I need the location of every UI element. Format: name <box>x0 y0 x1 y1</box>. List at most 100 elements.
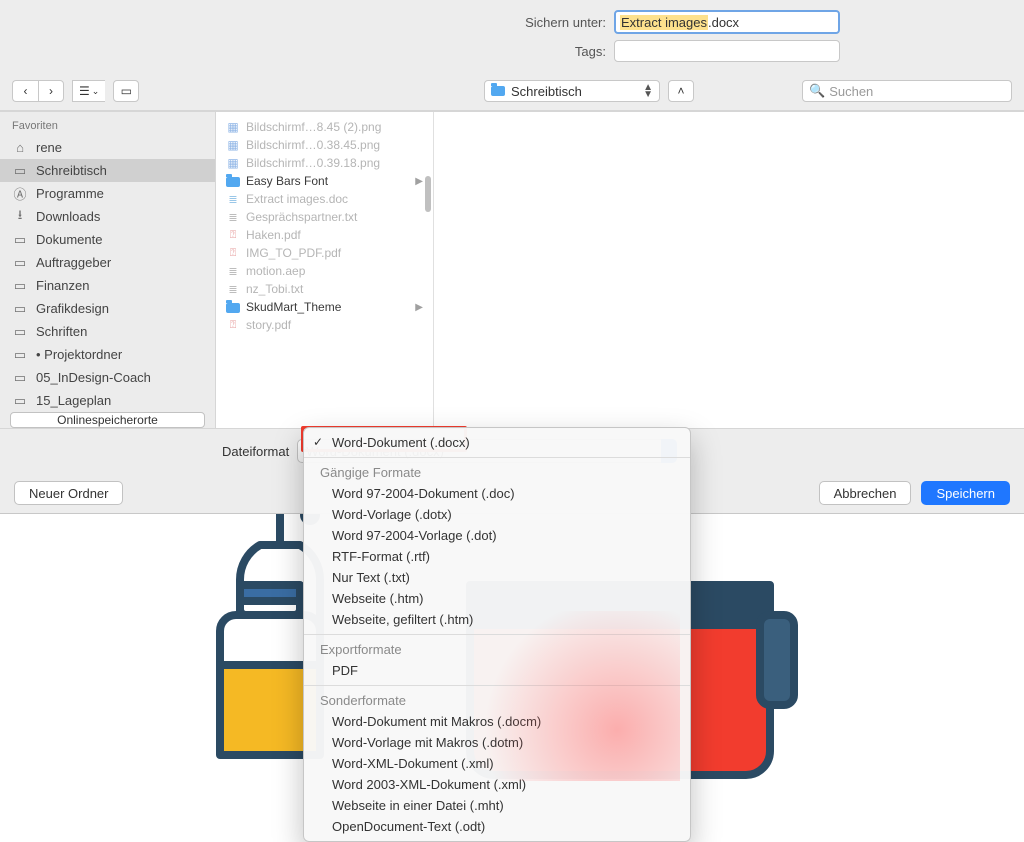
menu-section-header: Gängige Formate <box>304 462 690 483</box>
file-row[interactable]: Easy Bars Font ▶ <box>216 172 433 190</box>
menu-item[interactable]: Webseite, gefiltert (.htm) <box>304 609 690 630</box>
view-mode-button[interactable]: ☰ ⌄ <box>72 80 105 102</box>
menu-item[interactable]: Word 97-2004-Vorlage (.dot) <box>304 525 690 546</box>
folder-icon: ▭ <box>12 233 28 247</box>
file-row: ≣ Extract images.doc <box>216 190 433 208</box>
pdf-icon: ⍰ <box>226 318 240 332</box>
file-row: ⍰ Haken.pdf <box>216 226 433 244</box>
search-field[interactable]: 🔍 Suchen <box>802 80 1012 102</box>
menu-item[interactable]: Webseite (.htm) <box>304 588 690 609</box>
location-popup[interactable]: Schreibtisch ▲▼ <box>484 80 660 102</box>
sidebar-header-favorites: Favoriten <box>0 118 215 136</box>
file-label: Extract images.doc <box>246 192 348 206</box>
menu-item[interactable]: PDF <box>304 660 690 681</box>
sidebar-item[interactable]: ▭• Projektordner <box>0 343 215 366</box>
menu-item[interactable]: Word-Vorlage (.dotx) <box>304 504 690 525</box>
chevron-updown-icon: ▲▼ <box>643 84 653 98</box>
forward-button[interactable]: › <box>38 80 64 102</box>
sidebar-item[interactable]: ⒶProgramme <box>0 182 215 205</box>
filename-input[interactable]: Extract images.docx <box>614 10 840 34</box>
file-row: ≣Gesprächspartner.txt <box>216 208 433 226</box>
sidebar-item[interactable]: ⭳ Downloads <box>0 205 215 228</box>
location-label: Schreibtisch <box>511 84 582 99</box>
sidebar-item[interactable]: ▭ Schreibtisch <box>0 159 215 182</box>
file-format-menu: Word-Dokument (.docx) Gängige FormateWor… <box>303 427 691 842</box>
folder-icon <box>226 303 240 313</box>
sidebar-item[interactable]: ▭ Dokumente <box>0 228 215 251</box>
sidebar-item[interactable]: ▭15_Lageplan <box>0 389 215 412</box>
back-button[interactable]: ‹ <box>12 80 38 102</box>
new-folder-button[interactable]: Neuer Ordner <box>14 481 123 505</box>
menu-item[interactable]: Word 97-2004-Dokument (.doc) <box>304 483 690 504</box>
sidebar-item[interactable]: ▭ Auftraggeber <box>0 251 215 274</box>
top-form: Sichern unter: Extract images.docx Tags: <box>0 0 1024 74</box>
sidebar-item[interactable]: ▭ Schriften <box>0 320 215 343</box>
folder-icon: ▭ <box>12 279 28 293</box>
file-label: Easy Bars Font <box>246 174 328 188</box>
file-row: ≣nz_Tobi.txt <box>216 280 433 298</box>
sidebar-item-label: Finanzen <box>36 278 89 293</box>
sidebar-item[interactable]: ⌂ rene <box>0 136 215 159</box>
sidebar-item-label: Schreibtisch <box>36 163 107 178</box>
file-label: story.pdf <box>246 318 291 332</box>
file-row[interactable]: SkudMart_Theme▶ <box>216 298 433 316</box>
menu-item[interactable]: OpenDocument-Text (.odt) <box>304 816 690 837</box>
doc-icon: ≣ <box>226 192 240 206</box>
menu-item[interactable]: RTF-Format (.rtf) <box>304 546 690 567</box>
folder-icon: ▭ <box>12 256 28 270</box>
file-label: Bildschirmf…0.38.45.png <box>246 138 380 152</box>
pdf-icon: ⍰ <box>226 228 240 242</box>
save-button[interactable]: Speichern <box>921 481 1010 505</box>
scrollbar-thumb[interactable] <box>425 176 431 212</box>
apps-icon: Ⓐ <box>12 187 28 201</box>
collapse-button[interactable]: ˄ <box>668 80 694 102</box>
sidebar-item[interactable]: ▭ Finanzen <box>0 274 215 297</box>
file-label: Haken.pdf <box>246 228 301 242</box>
file-label: nz_Tobi.txt <box>246 282 303 296</box>
menu-section-header: Sonderformate <box>304 690 690 711</box>
sidebar-item-label: Schriften <box>36 324 87 339</box>
file-row: ▦Bildschirmf…0.38.45.png <box>216 136 433 154</box>
filename-selected-text: Extract images <box>620 15 708 30</box>
menu-item[interactable]: Word 2003-XML-Dokument (.xml) <box>304 774 690 795</box>
tags-input[interactable] <box>614 40 840 62</box>
sidebar-item-label: Downloads <box>36 209 100 224</box>
sidebar-item[interactable]: ▭05_InDesign-Coach <box>0 366 215 389</box>
file-row: ▦Bildschirmf…8.45 (2).png <box>216 118 433 136</box>
folder-icon: ▭ <box>12 325 28 339</box>
sidebar-item[interactable]: ▭ Grafikdesign <box>0 297 215 320</box>
home-icon: ⌂ <box>12 141 28 155</box>
file-label: motion.aep <box>246 264 305 278</box>
menu-item-selected[interactable]: Word-Dokument (.docx) <box>304 432 690 453</box>
sidebar-item-label: 15_Lageplan <box>36 393 111 408</box>
menu-section-header: Exportformate <box>304 639 690 660</box>
save-as-label: Sichern unter: <box>184 15 614 30</box>
file-label: IMG_TO_PDF.pdf <box>246 246 341 260</box>
file-row: ⍰ story.pdf <box>216 316 433 334</box>
tags-label: Tags: <box>184 44 614 59</box>
menu-item[interactable]: Word-XML-Dokument (.xml) <box>304 753 690 774</box>
desktop-icon: ▭ <box>12 164 28 178</box>
file-label: Gesprächspartner.txt <box>246 210 357 224</box>
menu-item[interactable]: Nur Text (.txt) <box>304 567 690 588</box>
menu-item[interactable]: Word-Dokument mit Makros (.docm) <box>304 711 690 732</box>
downloads-icon: ⭳ <box>12 210 28 224</box>
sidebar-item-label: Dokumente <box>36 232 102 247</box>
folder-icon: ▭ <box>12 302 28 316</box>
chevron-right-icon: ▶ <box>415 176 423 187</box>
pdf-icon: ⍰ <box>226 246 240 260</box>
file-label: SkudMart_Theme <box>246 300 341 314</box>
menu-item[interactable]: Word-Vorlage mit Makros (.dotm) <box>304 732 690 753</box>
sidebar-item-label: rene <box>36 140 62 155</box>
file-format-label: Dateiformat <box>222 444 289 459</box>
sidebar-item-label: 05_InDesign-Coach <box>36 370 151 385</box>
file-column: ▦Bildschirmf…8.45 (2).png▦Bildschirmf…0.… <box>216 112 434 428</box>
folder-icon <box>491 86 505 96</box>
sidebar-item-label: Grafikdesign <box>36 301 109 316</box>
cancel-button[interactable]: Abbrechen <box>819 481 912 505</box>
menu-item[interactable]: Webseite in einer Datei (.mht) <box>304 795 690 816</box>
online-locations-button[interactable]: Onlinespeicherorte <box>10 412 205 428</box>
group-button[interactable]: ▭ <box>113 80 139 102</box>
sidebar-item-label: Auftraggeber <box>36 255 111 270</box>
folder-icon: ▭ <box>12 348 28 362</box>
